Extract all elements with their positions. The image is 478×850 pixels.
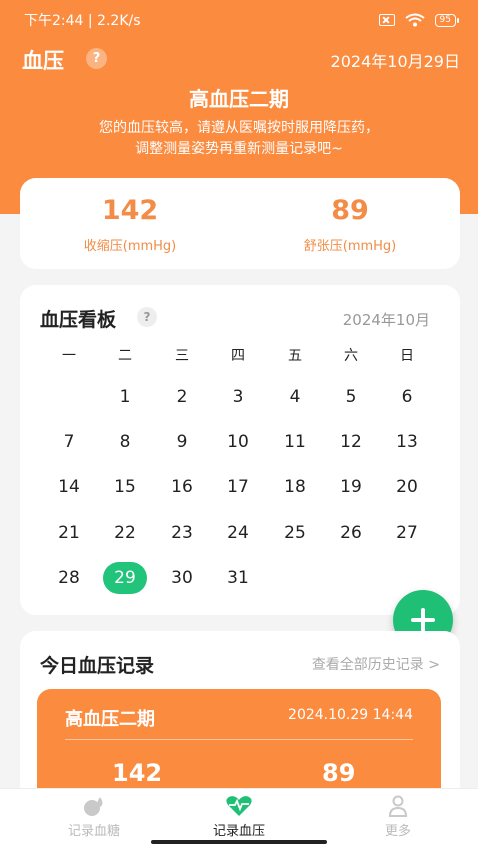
status-icons: 95 xyxy=(378,13,460,27)
calendar-day[interactable]: 5 xyxy=(323,387,379,407)
calendar-day[interactable]: 18 xyxy=(267,477,323,497)
calendar-day[interactable]: 20 xyxy=(379,477,435,497)
record-item[interactable]: 高血压二期 2024.10.29 14:44 142 89 xyxy=(37,689,441,791)
systolic-label: 收缩压(mmHg) xyxy=(83,239,177,254)
calendar-title: 血压看板 xyxy=(40,309,117,331)
calendar-day[interactable]: 30 xyxy=(154,568,210,588)
battery-icon: 95 xyxy=(434,13,460,27)
status-description-line-2: 调整测量姿势再重新测量记录吧~ xyxy=(135,141,343,157)
calendar-month[interactable]: 2024年10月 xyxy=(343,309,430,330)
status-time: 下午2:44 | 2.2K/s xyxy=(24,13,141,29)
tab-blood-pressure[interactable]: 记录血压 xyxy=(179,795,299,839)
header-date: 2024年10月29日 xyxy=(330,52,460,71)
weekday-header: 日 xyxy=(400,348,414,364)
calendar-day[interactable]: 27 xyxy=(379,523,435,543)
calendar-day[interactable]: 1 xyxy=(97,387,153,407)
wifi-icon xyxy=(404,13,425,27)
record-status: 高血压二期 xyxy=(65,709,155,730)
person-icon xyxy=(388,795,408,817)
status-bar: 下午2:44 | 2.2K/s 95 xyxy=(0,0,478,40)
calendar-day[interactable]: 2 xyxy=(154,387,210,407)
calendar-day[interactable]: 16 xyxy=(154,477,210,497)
tab-blood-pressure-label: 记录血压 xyxy=(212,824,265,839)
tab-blood-sugar-label: 记录血糖 xyxy=(67,824,120,839)
status-title: 高血压二期 xyxy=(189,87,289,111)
calendar-day[interactable]: 7 xyxy=(41,432,97,452)
record-datetime: 2024.10.29 14:44 xyxy=(288,707,413,723)
weekday-header: 二 xyxy=(118,348,132,364)
calendar-day[interactable]: 19 xyxy=(323,477,379,497)
status-description: 您的血压较高，请遵从医嘱按时服用降压药， 调整测量姿势再重新测量记录吧~ xyxy=(0,118,478,160)
history-link[interactable]: 查看全部历史记录 > xyxy=(312,654,440,674)
no-sim-icon xyxy=(378,14,395,26)
calendar-day[interactable]: 26 xyxy=(323,523,379,543)
calendar-day[interactable]: 12 xyxy=(323,432,379,452)
calendar-day[interactable]: 9 xyxy=(154,432,210,452)
calendar-day[interactable]: 23 xyxy=(154,523,210,543)
diastolic-label: 舒张压(mmHg) xyxy=(303,239,397,254)
calendar-day[interactable]: 14 xyxy=(41,477,97,497)
calendar-day[interactable]: 28 xyxy=(41,568,97,588)
calendar-day[interactable]: 25 xyxy=(267,523,323,543)
calendar-day[interactable]: 3 xyxy=(210,387,266,407)
calendar-day[interactable]: 15 xyxy=(97,477,153,497)
calendar-day[interactable]: 10 xyxy=(210,432,266,452)
summary-card: 142 收缩压(mmHg) 89 舒张压(mmHg) xyxy=(20,178,460,269)
tab-blood-sugar[interactable]: 记录血糖 xyxy=(34,795,154,839)
calendar-day[interactable]: 31 xyxy=(210,568,266,588)
weekday-header: 三 xyxy=(175,348,189,364)
calendar-day[interactable]: 21 xyxy=(41,523,97,543)
calendar-day[interactable]: 11 xyxy=(267,432,323,452)
calendar-day[interactable]: 24 xyxy=(210,523,266,543)
calendar-day-today[interactable]: 29 xyxy=(103,562,147,594)
weekday-header: 六 xyxy=(344,348,358,364)
weekday-header: 四 xyxy=(231,348,245,364)
calendar-help-icon[interactable]: ? xyxy=(137,307,157,327)
calendar-day[interactable]: 13 xyxy=(379,432,435,452)
calendar-card: 血压看板 ? 2024年10月 一二三四五六日 1 2 3 4 5 6 7 8 9 10 11 12 13… xyxy=(20,285,460,615)
record-diastolic: 89 xyxy=(322,759,356,787)
weekday-header: 五 xyxy=(288,348,302,364)
systolic-value: 142 xyxy=(101,195,159,226)
weekday-header: 一 xyxy=(62,348,76,364)
blood-drop-icon xyxy=(84,797,103,816)
calendar-day[interactable]: 6 xyxy=(379,387,435,407)
record-systolic: 142 xyxy=(112,759,163,787)
record-divider xyxy=(65,739,413,740)
diastolic-value: 89 xyxy=(331,195,369,226)
status-description-line-1: 您的血压较高，请遵从医嘱按时服用降压药， xyxy=(99,120,379,136)
today-records-card: 今日血压记录 查看全部历史记录 > 高血压二期 2024.10.29 14:44… xyxy=(20,631,460,791)
tab-more-label: 更多 xyxy=(384,824,411,839)
calendar-day[interactable]: 4 xyxy=(267,387,323,407)
tab-more[interactable]: 更多 xyxy=(338,795,458,839)
heart-pulse-icon xyxy=(226,796,252,816)
today-records-title: 今日血压记录 xyxy=(40,655,155,677)
page-title: 血压 xyxy=(22,49,64,73)
help-icon[interactable]: ? xyxy=(86,48,107,69)
calendar-day[interactable]: 22 xyxy=(97,523,153,543)
home-indicator xyxy=(151,840,327,844)
calendar-day[interactable]: 8 xyxy=(97,432,153,452)
calendar-day[interactable]: 17 xyxy=(210,477,266,497)
